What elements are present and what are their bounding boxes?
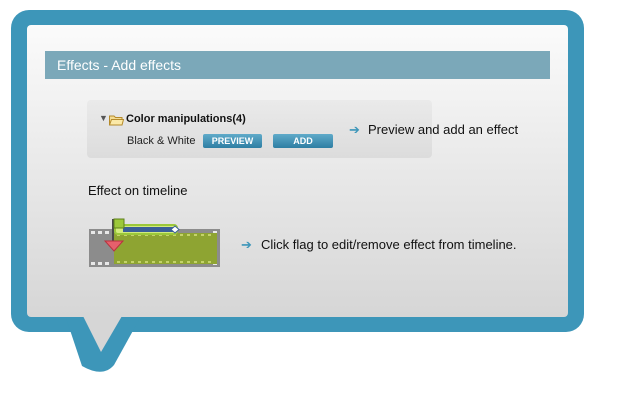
- effect-item-label: Black & White: [127, 135, 196, 147]
- timeline-title: Effect on timeline: [88, 183, 188, 198]
- folder-icon: [109, 115, 124, 126]
- flag-edit-hint: Click flag to edit/remove effect from ti…: [261, 237, 517, 252]
- callout-frame: Effects - Add effects ▼ Color manipulati…: [11, 10, 584, 332]
- add-button[interactable]: ADD: [273, 134, 333, 148]
- timeline-illustration: [89, 218, 220, 267]
- preview-button[interactable]: PREVIEW: [203, 134, 262, 148]
- section-header: Effects - Add effects: [45, 51, 550, 79]
- callout-body: Effects - Add effects ▼ Color manipulati…: [27, 25, 568, 317]
- video-clip[interactable]: [114, 233, 217, 264]
- category-label[interactable]: Color manipulations(4): [126, 113, 246, 125]
- section-title: Effects - Add effects: [57, 57, 181, 73]
- arrow-right-icon: ➔: [349, 122, 360, 137]
- effect-range-bar[interactable]: [114, 224, 180, 235]
- expand-arrow-icon[interactable]: ▼: [99, 113, 108, 123]
- preview-add-hint: Preview and add an effect: [368, 122, 519, 137]
- arrow-right-icon: ➔: [241, 237, 252, 252]
